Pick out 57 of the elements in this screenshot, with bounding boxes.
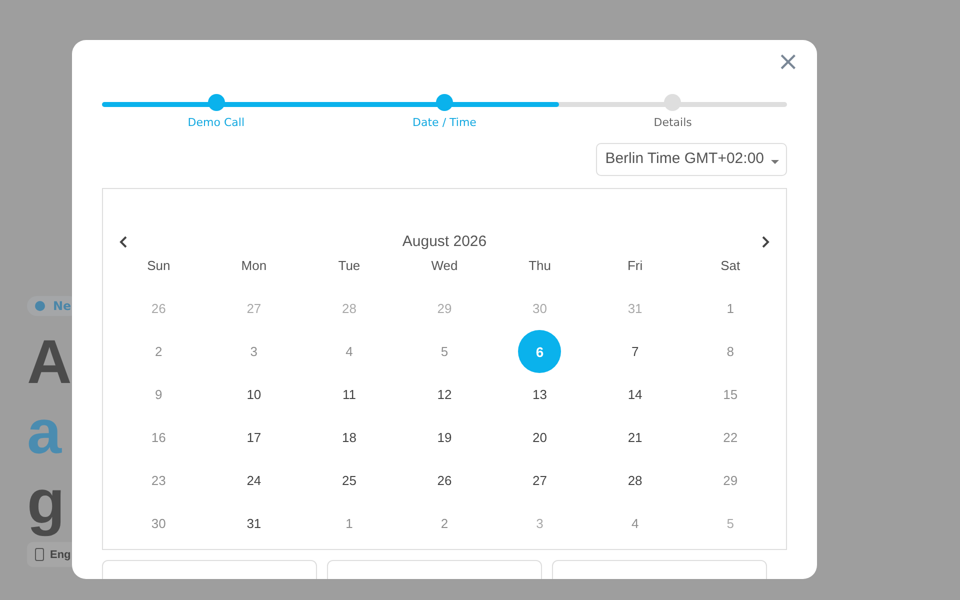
step-label: Date / Time	[412, 116, 476, 129]
calendar-day: 3	[518, 502, 562, 545]
calendar-day: 4	[328, 330, 371, 373]
weekday-label: Fri	[627, 256, 643, 274]
month-title: August 2026	[402, 233, 487, 250]
calendar-day: 9	[137, 373, 180, 416]
calendar-day[interactable]: 7	[614, 330, 657, 373]
weekday-label: Sat	[720, 256, 740, 274]
headline-text: a	[27, 398, 63, 468]
calendar-day: 15	[708, 373, 752, 416]
calendar-day[interactable]: 21	[614, 416, 657, 459]
weekday-label: Sun	[147, 256, 170, 274]
calendar-day: 26	[137, 287, 180, 330]
calendar-day[interactable]: 13	[518, 373, 562, 416]
calendar-day[interactable]: 27	[518, 459, 562, 502]
calendar-day: 30	[518, 287, 562, 330]
calendar-day[interactable]: 18	[328, 416, 371, 459]
calendar-day: 29	[422, 287, 466, 330]
calendar-day: 4	[614, 502, 657, 545]
calendar-day[interactable]: 24	[232, 459, 276, 502]
calendar-day[interactable]: 17	[232, 416, 276, 459]
step-label: Details	[654, 116, 692, 129]
calendar-day[interactable]: 31	[232, 502, 276, 545]
calendar-day: 30	[137, 502, 180, 545]
headline-text: A	[27, 328, 73, 398]
weekday-label: Thu	[528, 256, 551, 274]
calendar-day: 2	[137, 330, 180, 373]
calendar-day: 1	[328, 502, 371, 545]
calendar-day: 22	[708, 416, 752, 459]
calendar-day[interactable]: 26	[422, 459, 466, 502]
weekday-label: Wed	[431, 256, 458, 274]
calendar-day[interactable]: 10	[232, 373, 276, 416]
calendar-day: 5	[422, 330, 466, 373]
calendar-day[interactable]: 12	[422, 373, 466, 416]
calendar-day: 29	[708, 459, 752, 502]
calendar-day: 27	[232, 287, 276, 330]
calendar-day: 2	[422, 502, 466, 545]
calendar-day[interactable]: 28	[614, 459, 657, 502]
weekday-label: Mon	[241, 256, 267, 274]
calendar-day[interactable]: 11	[328, 373, 371, 416]
calendar-day: 23	[137, 459, 180, 502]
weekday-label: Tue	[338, 256, 360, 274]
step-label: Demo Call	[188, 116, 245, 129]
headline-text: g	[27, 468, 66, 538]
calendar-day: 8	[708, 330, 752, 373]
calendar-day: 28	[328, 287, 371, 330]
calendar-day[interactable]: 14	[614, 373, 657, 416]
timezone-dropdown[interactable]: Berlin Time GMT+02:00	[596, 143, 787, 176]
calendar-day: 16	[137, 416, 180, 459]
calendar-day: 5	[708, 502, 752, 545]
calendar-day: 3	[232, 330, 276, 373]
calendar-day: 31	[614, 287, 657, 330]
close-button[interactable]: ×	[773, 48, 803, 76]
calendar-day[interactable]: 20	[518, 416, 562, 459]
calendar-day[interactable]: 25	[328, 459, 371, 502]
calendar-day[interactable]: 19	[422, 416, 466, 459]
calendar-day: 1	[708, 287, 752, 330]
